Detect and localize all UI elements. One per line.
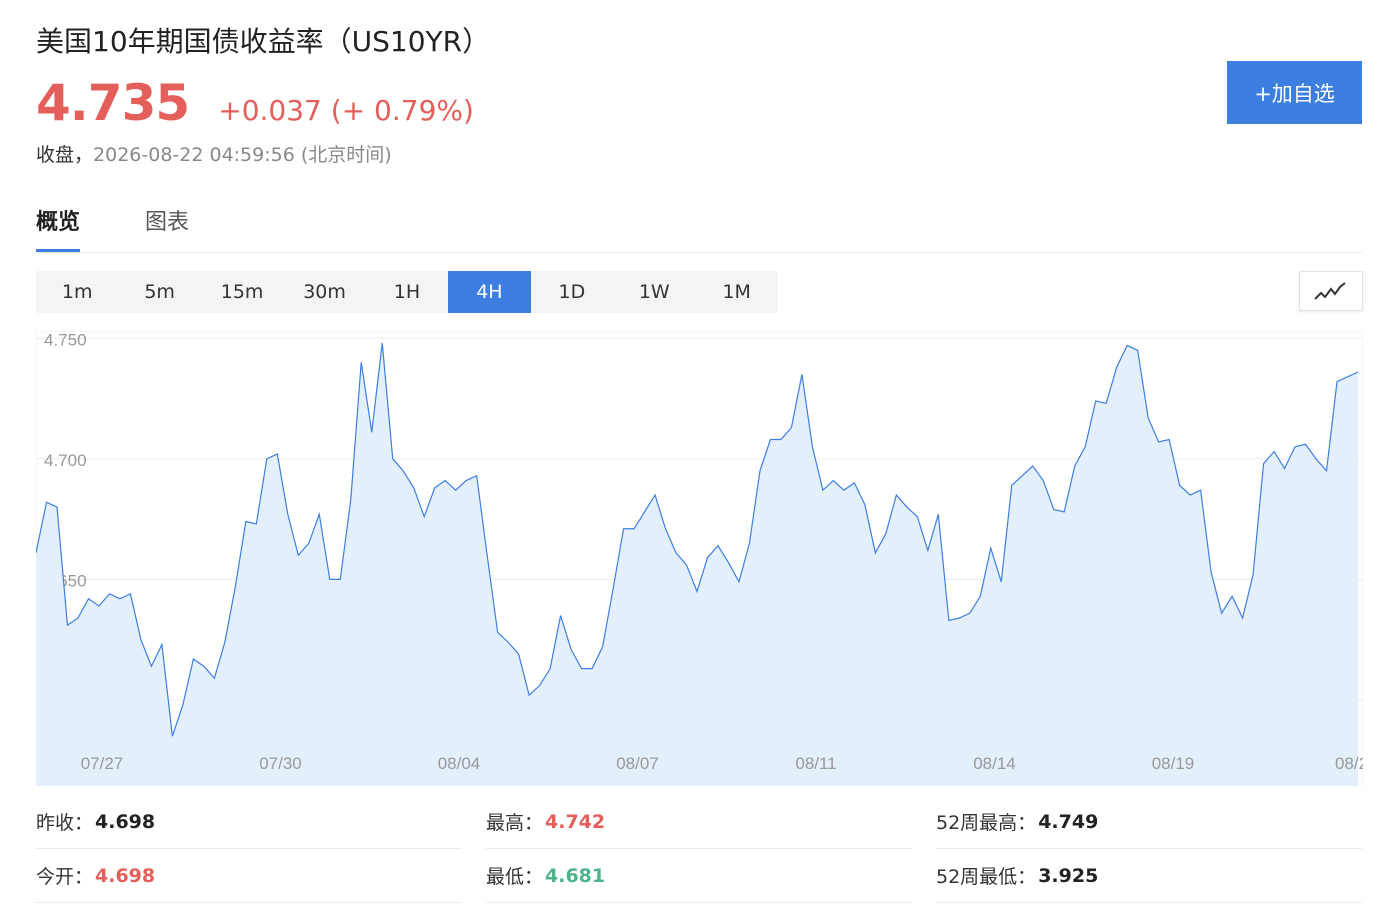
stat-label: 今开： <box>36 866 94 888</box>
stat-value: 4.681 <box>545 864 606 887</box>
stat-52w-high: 52周最高： 4.749 <box>936 795 1362 849</box>
y-tick-label: 4.700 <box>44 451 87 470</box>
x-tick-label: 08/2 <box>1335 754 1363 773</box>
stat-value: 4.698 <box>95 810 156 833</box>
period-1d[interactable]: 1D <box>531 271 613 313</box>
x-tick-label: 07/30 <box>259 754 302 773</box>
tab-bar: 概览 图表 <box>36 204 1362 253</box>
stats-panel: 昨收： 4.698 最高： 4.742 52周最高： 4.749 今开： 4.698 最… <box>36 795 1362 905</box>
price-chart: 4.7504.7004.6504.60007/2707/3008/0408/07… <box>35 330 1368 787</box>
stat-value: 3.925 <box>1038 864 1099 887</box>
stat-label: 昨收： <box>36 812 94 834</box>
stat-label: 52周最低： <box>936 866 1037 888</box>
period-5m[interactable]: 5m <box>118 271 200 313</box>
stat-value: 4.742 <box>545 810 606 833</box>
chart-svg: 4.7504.7004.6504.60007/2707/3008/0408/07… <box>35 330 1368 787</box>
period-1w[interactable]: 1W <box>613 271 695 313</box>
period-30m[interactable]: 30m <box>283 271 365 313</box>
quote-summary: 4.735 +0.037 (+ 0.79%) <box>36 74 474 134</box>
period-1h[interactable]: 1H <box>366 271 448 313</box>
stat-value: 4.698 <box>95 864 156 887</box>
period-1mo[interactable]: 1M <box>696 271 778 313</box>
period-1m[interactable]: 1m <box>36 271 118 313</box>
period-4h[interactable]: 4H <box>448 271 531 313</box>
x-tick-label: 08/14 <box>973 754 1016 773</box>
page-title: 美国10年期国债收益率（US10YR） <box>36 25 491 58</box>
chart-type-button[interactable] <box>1299 271 1363 311</box>
period-selector: 1m 5m 15m 30m 1H 4H 1D 1W 1M <box>36 271 778 313</box>
x-tick-label: 07/27 <box>81 754 124 773</box>
tab-overview[interactable]: 概览 <box>36 204 81 252</box>
x-tick-label: 08/07 <box>616 754 659 773</box>
last-price: 4.735 <box>36 74 190 132</box>
stat-label: 52周最高： <box>936 812 1037 834</box>
stat-label: 最高： <box>486 812 544 834</box>
stat-prev-close: 昨收： 4.698 <box>36 795 462 849</box>
stat-open: 今开： 4.698 <box>36 849 462 903</box>
x-tick-label: 08/19 <box>1152 754 1195 773</box>
market-status: 收盘，2026-08-22 04:59:56 (北京时间) <box>36 140 392 167</box>
x-tick-label: 08/04 <box>438 754 481 773</box>
price-change: +0.037 (+ 0.79%) <box>218 94 474 127</box>
timestamp: 2026-08-22 04:59:56 (北京时间) <box>93 144 392 166</box>
x-tick-label: 08/11 <box>795 754 836 773</box>
add-watchlist-button[interactable]: +加自选 <box>1227 61 1362 124</box>
stat-low: 最低： 4.681 <box>486 849 912 903</box>
stat-label: 最低： <box>486 866 544 888</box>
y-tick-label: 4.750 <box>44 331 87 349</box>
stat-value: 4.749 <box>1038 810 1099 833</box>
status-label: 收盘， <box>36 144 94 166</box>
stat-52w-low: 52周最低： 3.925 <box>936 849 1362 903</box>
stat-high: 最高： 4.742 <box>486 795 912 849</box>
tab-chart[interactable]: 图表 <box>145 204 189 250</box>
period-15m[interactable]: 15m <box>201 271 283 313</box>
line-chart-icon <box>1314 282 1346 300</box>
